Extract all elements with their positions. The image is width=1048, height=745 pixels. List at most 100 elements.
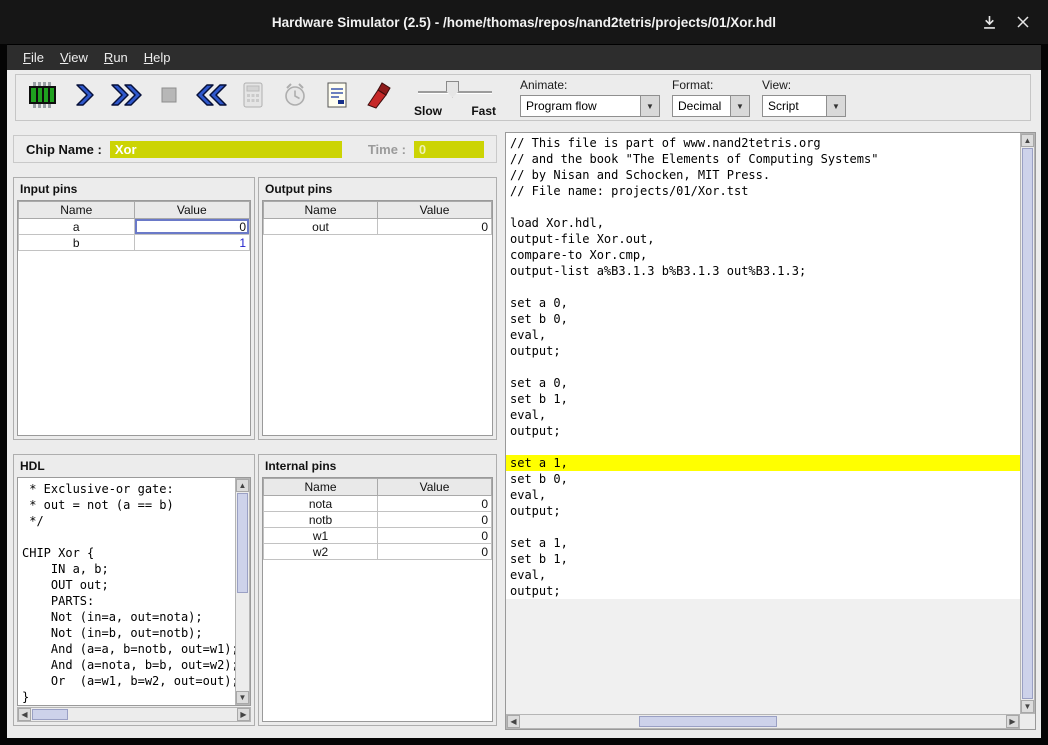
hdl-code-line: And (a=nota, b=b, out=w2); [18, 657, 235, 673]
load-chip-button[interactable] [22, 76, 64, 120]
pin-value[interactable]: 0 [378, 544, 492, 560]
hdl-code-line: Not (in=a, out=nota); [18, 609, 235, 625]
format-label: Format: [672, 78, 750, 92]
scroll-down-icon[interactable]: ▼ [1021, 700, 1034, 713]
chip-name-label: Chip Name : [26, 142, 102, 157]
window-title: Hardware Simulator (2.5) - /home/thomas/… [272, 15, 776, 30]
pin-value[interactable]: 0 [134, 219, 250, 235]
output-pins-panel: Output pins Name Value out0 [258, 177, 497, 440]
hdl-code-line [18, 529, 235, 545]
animate-label: Animate: [520, 78, 660, 92]
scroll-up-icon[interactable]: ▲ [1021, 134, 1034, 147]
script-code-line: // and the book "The Elements of Computi… [506, 151, 1020, 167]
time-field: 0 [414, 141, 484, 158]
column-header-name: Name [264, 202, 378, 219]
scrollbar-corner [1020, 714, 1035, 729]
script-file-button[interactable] [316, 76, 358, 120]
clock-icon [281, 81, 309, 114]
download-icon[interactable] [980, 13, 998, 31]
scroll-up-icon[interactable]: ▲ [236, 479, 249, 492]
toolbar-controls: Animate: Program flow ▼ Format: Decimal … [512, 76, 854, 119]
internal-pins-panel: Internal pins Name Value nota0notb0w10w2… [258, 454, 497, 726]
close-icon[interactable] [1014, 13, 1032, 31]
pin-row-w2: w20 [264, 544, 492, 560]
pin-value[interactable]: 0 [378, 219, 492, 235]
chevron-down-icon[interactable]: ▼ [640, 96, 659, 116]
script-code-line: eval, [506, 327, 1020, 343]
pin-name: w2 [264, 544, 378, 560]
script-code-line: eval, [506, 407, 1020, 423]
script-code-line: output; [506, 503, 1020, 519]
pin-row-b: b1 [19, 235, 250, 251]
stop-button[interactable] [148, 76, 190, 120]
pin-name: out [264, 219, 378, 235]
animate-value: Program flow [521, 99, 640, 113]
pin-value[interactable]: 0 [378, 512, 492, 528]
script-code-line: output-file Xor.out, [506, 231, 1020, 247]
run-button[interactable] [106, 76, 148, 120]
window: Hardware Simulator (2.5) - /home/thomas/… [0, 0, 1048, 745]
hdl-code-line: OUT out; [18, 577, 235, 593]
menu-bar: FileViewRunHelp [7, 44, 1041, 70]
pin-name: b [19, 235, 135, 251]
script-code-line: set b 1, [506, 551, 1020, 567]
pin-value[interactable]: 1 [134, 235, 250, 251]
format-select[interactable]: Decimal ▼ [672, 95, 750, 117]
view-select[interactable]: Script ▼ [762, 95, 846, 117]
hdl-code-line: Or (a=w1, b=w2, out=out); [18, 673, 235, 689]
stop-icon [156, 82, 182, 113]
single-step-button[interactable] [64, 76, 106, 120]
single-step-icon [71, 82, 99, 113]
hdl-vscroll-thumb[interactable] [237, 493, 248, 593]
script-vscroll-thumb[interactable] [1022, 148, 1033, 699]
hdl-code-line: } [18, 689, 235, 705]
chevron-down-icon[interactable]: ▼ [730, 96, 749, 116]
clock-button[interactable] [274, 76, 316, 120]
hdl-vertical-scrollbar[interactable]: ▲ ▼ [235, 478, 250, 705]
scroll-left-icon[interactable]: ◀ [507, 715, 520, 728]
script-code-line [506, 439, 1020, 455]
chevron-down-icon[interactable]: ▼ [826, 96, 845, 116]
chip-name-row: Chip Name : Xor Time : 0 [13, 135, 497, 163]
speed-slider[interactable]: Slow Fast [414, 76, 496, 120]
format-value: Decimal [673, 99, 730, 113]
slider-thumb[interactable] [446, 81, 459, 98]
script-code-line: output-list a%B3.1.3 b%B3.1.3 out%B3.1.3… [506, 263, 1020, 279]
pin-name: w1 [264, 528, 378, 544]
script-code-line [506, 359, 1020, 375]
toolbar: Slow Fast Animate: Program flow ▼ Format… [7, 70, 1041, 125]
hdl-code: * Exclusive-or gate: * out = not (a == b… [18, 478, 235, 705]
pin-row-w1: w10 [264, 528, 492, 544]
scroll-right-icon[interactable]: ▶ [237, 708, 250, 721]
paintbrush-button[interactable] [358, 76, 400, 120]
pin-value[interactable]: 0 [378, 528, 492, 544]
output-pins-title: Output pins [259, 178, 496, 200]
menu-run[interactable]: Run [96, 47, 136, 68]
pin-value[interactable]: 0 [378, 496, 492, 512]
script-hscroll-thumb[interactable] [639, 716, 777, 727]
calculator-button[interactable] [232, 76, 274, 120]
format-group: Format: Decimal ▼ [672, 78, 750, 117]
animate-select[interactable]: Program flow ▼ [520, 95, 660, 117]
pin-name: notb [264, 512, 378, 528]
scroll-down-icon[interactable]: ▼ [236, 691, 249, 704]
script-horizontal-scrollbar[interactable]: ◀ ▶ [506, 714, 1020, 729]
rewind-button[interactable] [190, 76, 232, 120]
menu-file[interactable]: File [15, 47, 52, 68]
hdl-hscroll-thumb[interactable] [32, 709, 68, 720]
hdl-horizontal-scrollbar[interactable]: ◀ ▶ [17, 707, 251, 722]
input-pins-panel: Input pins Name Value a0b1 [13, 177, 255, 440]
view-value: Script [763, 99, 826, 113]
chip-name-field[interactable]: Xor [110, 141, 342, 158]
scroll-left-icon[interactable]: ◀ [18, 708, 31, 721]
hdl-code-line: CHIP Xor { [18, 545, 235, 561]
menu-view[interactable]: View [52, 47, 96, 68]
script-vertical-scrollbar[interactable]: ▲ ▼ [1020, 133, 1035, 714]
menu-help[interactable]: Help [136, 47, 179, 68]
column-header-value: Value [134, 202, 250, 219]
scroll-right-icon[interactable]: ▶ [1006, 715, 1019, 728]
pin-name: a [19, 219, 135, 235]
load-chip-icon [26, 81, 60, 114]
column-header-value: Value [378, 479, 492, 496]
hdl-code-line: PARTS: [18, 593, 235, 609]
